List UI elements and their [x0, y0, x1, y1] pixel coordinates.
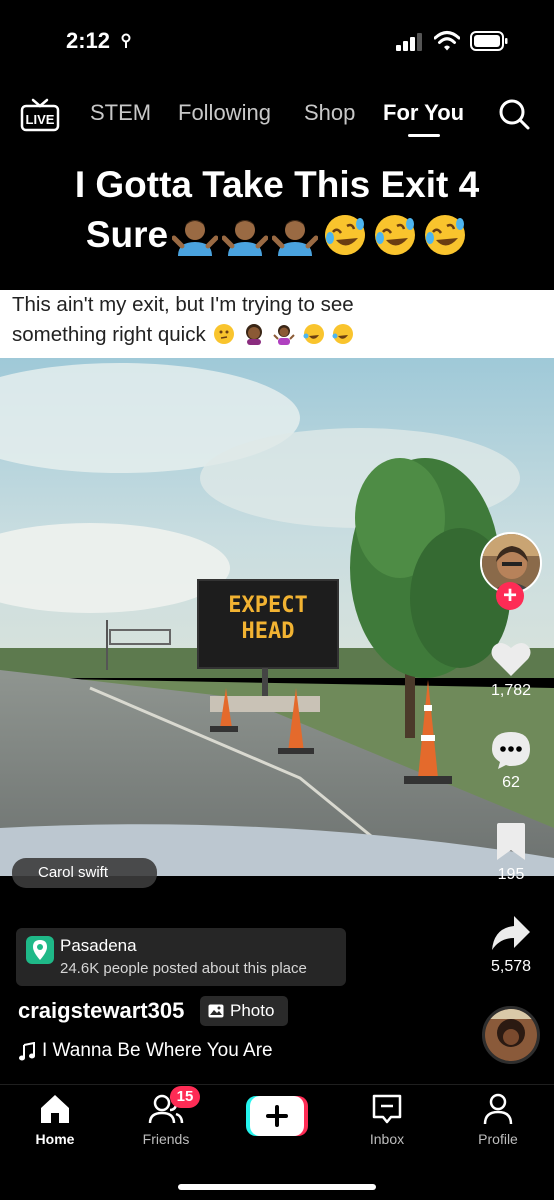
- meme-text-line-2: something right quick: [12, 323, 206, 346]
- nav-friends-label: Friends: [142, 1131, 190, 1147]
- image-icon: [208, 1004, 224, 1018]
- caption-line-2-wrap: Sure: [86, 210, 468, 260]
- tab-stem[interactable]: STEM: [90, 100, 151, 126]
- profile-icon: [483, 1093, 513, 1125]
- nav-profile[interactable]: Profile: [458, 1091, 538, 1147]
- person-shrugging-icon: [272, 220, 319, 256]
- home-indicator: [178, 1184, 376, 1190]
- share-count: 5,578: [490, 958, 532, 975]
- active-tab-indicator: [408, 134, 440, 137]
- location-name: Pasadena: [60, 936, 137, 955]
- creator-username[interactable]: craigstewart305: [18, 998, 184, 1024]
- nav-profile-label: Profile: [478, 1131, 518, 1147]
- person-shrugging-icon: [222, 220, 269, 256]
- meme-text: This ain't my exit, but I'm trying to se…: [0, 290, 554, 358]
- rolling-laughing-icon: [332, 324, 354, 344]
- caption-line-2: Sure: [85, 214, 169, 255]
- live-label: LIVE: [26, 112, 55, 127]
- thinking-face-icon: [214, 324, 235, 344]
- photo-badge-label: Photo: [230, 1001, 275, 1020]
- nav-home-label: Home: [35, 1131, 75, 1147]
- rolling-laughing-icon: [303, 324, 324, 344]
- post-caption: I Gotta Take This Exit 4 Sure: [20, 160, 534, 260]
- top-nav: LIVE STEM Following Shop For You: [0, 88, 554, 140]
- like-count: 1,782: [490, 682, 532, 699]
- search-icon[interactable]: [498, 98, 530, 130]
- comment-count: 62: [502, 774, 520, 791]
- create-button[interactable]: [246, 1096, 308, 1136]
- road-sign-photo: EXPECT HEAD: [0, 358, 554, 876]
- song-title[interactable]: I Wanna Be Where You Are: [42, 1040, 300, 1062]
- live-icon[interactable]: LIVE: [20, 96, 60, 132]
- tab-following[interactable]: Following: [178, 100, 271, 126]
- cellular-signal-icon: [396, 33, 422, 51]
- location-subtitle: 24.6K people posted about this place: [60, 960, 307, 977]
- album-art: [485, 1009, 537, 1061]
- woman-facepalming-icon: [246, 324, 263, 345]
- heart-icon[interactable]: [490, 640, 532, 678]
- person-shrugging-icon: [172, 220, 219, 256]
- location-chip[interactable]: Pasadena 24.6K people posted about this …: [16, 928, 346, 986]
- comment-icon[interactable]: [490, 730, 532, 770]
- music-note-icon: [19, 1042, 35, 1061]
- share-icon[interactable]: [490, 914, 532, 952]
- sound-chip[interactable]: Carol swift: [12, 858, 157, 888]
- location-arrow-icon: [121, 33, 131, 48]
- post-photo[interactable]: EXPECT HEAD: [0, 358, 554, 876]
- nav-home[interactable]: Home: [15, 1091, 95, 1147]
- follow-plus-icon[interactable]: +: [496, 582, 524, 610]
- sound-record-disc[interactable]: [482, 1006, 540, 1064]
- rolling-laughing-icon: [325, 215, 366, 255]
- location-pin-icon: [26, 936, 54, 964]
- caption-line-1: I Gotta Take This Exit 4: [74, 164, 480, 205]
- wifi-icon: [434, 31, 460, 51]
- photo-badge: Photo: [200, 996, 288, 1026]
- tab-shop[interactable]: Shop: [304, 100, 355, 126]
- nav-inbox-label: Inbox: [369, 1131, 405, 1147]
- nav-inbox[interactable]: Inbox: [347, 1091, 427, 1147]
- woman-shrugging-icon: [273, 325, 295, 345]
- status-time: 2:12: [66, 28, 111, 53]
- rolling-laughing-icon: [425, 215, 466, 255]
- meme-text-line-2-wrap: something right quick: [12, 320, 542, 350]
- inbox-icon: [372, 1094, 402, 1124]
- meme-text-line-1: This ain't my exit, but I'm trying to se…: [12, 293, 354, 316]
- rolling-laughing-icon: [375, 215, 416, 255]
- sound-chip-label: Carol swift: [38, 864, 109, 881]
- friends-notification-badge: 15: [170, 1086, 200, 1108]
- status-bar: 2:12: [0, 0, 554, 82]
- bookmark-icon[interactable]: [494, 822, 528, 862]
- sign-text-line-1: EXPECT: [228, 593, 307, 618]
- save-count: 195: [497, 866, 525, 883]
- sign-text-line-2: HEAD: [242, 619, 295, 644]
- tab-for-you[interactable]: For You: [383, 100, 464, 126]
- battery-icon: [470, 31, 508, 51]
- home-icon: [41, 1095, 69, 1123]
